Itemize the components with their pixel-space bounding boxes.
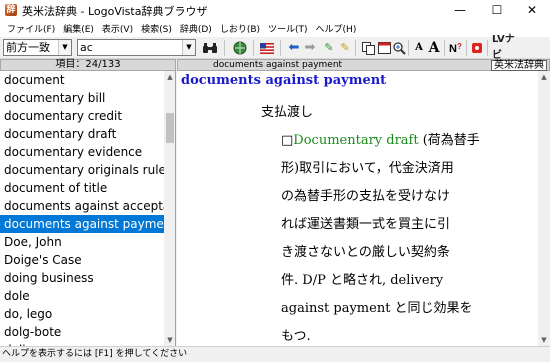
bullet-marker: □ xyxy=(281,133,294,148)
definition-line: れば運送書類一式を買主に引 xyxy=(281,213,450,232)
status-bar: ヘルプを表示するには [F1] を押してください xyxy=(0,346,550,362)
forward-arrow-icon[interactable]: ➡ xyxy=(302,40,318,56)
maximize-button[interactable]: ☐ xyxy=(481,0,513,20)
definition-text: れば運送書類一式を買主に引 xyxy=(281,217,451,232)
list-item[interactable]: document xyxy=(0,71,164,89)
definition-line: もつ. xyxy=(281,325,311,344)
definition-line: き渡さないとの厳しい契約条 xyxy=(281,241,450,260)
toolbar-separator xyxy=(253,40,254,56)
definition-line: against payment と同じ効果を xyxy=(281,297,473,316)
chevron-down-icon[interactable]: ▼ xyxy=(58,40,71,55)
definition-line: 形)取引において，代金決済用 xyxy=(281,157,454,176)
list-item[interactable]: doing business xyxy=(0,269,164,287)
definition-text: 形)取引において，代金決済用 xyxy=(281,161,454,176)
definition-text: (荷為替手 xyxy=(418,133,480,148)
list-item[interactable]: documentary evidence xyxy=(0,143,164,161)
list-scrollbar[interactable]: ▲ ▼ xyxy=(164,71,175,346)
list-item[interactable]: documentary draft xyxy=(0,125,164,143)
svg-text:N: N xyxy=(449,43,457,55)
entry-list[interactable]: document documentary bill documentary cred… xyxy=(0,71,176,346)
svg-text:?: ? xyxy=(457,42,462,51)
list-item[interactable]: documentary credit xyxy=(0,107,164,125)
title-bar[interactable]: 辞 英米法辞典 - LogoVista辞典ブラウザ — ☐ ✕ xyxy=(0,0,550,20)
globe-icon[interactable] xyxy=(232,40,248,56)
definition-text: の為替手形の支払を受けなけ xyxy=(281,189,451,204)
list-item[interactable]: Doige's Case xyxy=(0,251,164,269)
list-item[interactable]: Doe, John xyxy=(0,233,164,251)
toolbar-separator xyxy=(280,40,281,56)
dictionary-name-badge: 英米法辞典 xyxy=(491,60,547,71)
menu-edit[interactable]: 編集(E) xyxy=(59,19,98,37)
font-larger-icon[interactable]: A xyxy=(426,40,442,56)
list-item-selected[interactable]: documents against payment xyxy=(0,215,164,233)
entry-content: documents against payment 支払渡し □Document… xyxy=(177,71,550,346)
list-item[interactable]: document of title xyxy=(0,179,164,197)
flag-icon[interactable] xyxy=(259,40,275,56)
window-icon[interactable] xyxy=(376,40,392,56)
toolbar-separator xyxy=(355,40,356,56)
headword: documents against payment xyxy=(181,73,387,88)
menu-dictionary[interactable]: 辞典(D) xyxy=(176,19,216,37)
definition-text: 件. D/P と略され, delivery xyxy=(281,273,444,288)
chevron-down-icon[interactable]: ▼ xyxy=(182,40,195,55)
marker-green-icon[interactable]: ✎ xyxy=(321,40,337,56)
definition-line: の為替手形の支払を受けなけ xyxy=(281,185,450,204)
definition-text: against payment と同じ効果を xyxy=(281,301,473,316)
lv-navi-icon[interactable]: LVナビ xyxy=(492,34,524,61)
search-mode-select[interactable]: 前方一致 ▼ xyxy=(3,39,72,56)
list-count-header: 項目：24/133 xyxy=(0,59,176,71)
menu-search[interactable]: 検索(S) xyxy=(137,19,176,37)
help-icon[interactable]: N? xyxy=(448,40,464,56)
scroll-up-icon[interactable]: ▲ xyxy=(164,71,175,83)
translation-label: 支払渡し xyxy=(261,105,314,120)
cross-reference-link[interactable]: Documentary draft xyxy=(293,133,418,148)
minimize-button[interactable]: — xyxy=(444,0,476,20)
menu-bookmarks[interactable]: しおり(B) xyxy=(216,19,264,37)
entry-header-word: documents against payment xyxy=(213,60,343,70)
search-input[interactable]: ac ▼ xyxy=(77,39,196,56)
copy-icon[interactable] xyxy=(360,40,376,56)
list-item[interactable]: documentary bill xyxy=(0,89,164,107)
menu-bar: ファイル(F) 編集(E) 表示(V) 検索(S) 辞典(D) しおり(B) ツ… xyxy=(0,19,550,37)
search-mode-value: 前方一致 xyxy=(6,41,50,54)
font-smaller-icon[interactable]: A xyxy=(411,40,427,56)
definition-line: 件. D/P と略され, delivery xyxy=(281,269,443,288)
entry-header: documents against payment 英米法辞典 xyxy=(177,59,550,71)
menu-help[interactable]: ヘルプ(H) xyxy=(312,19,361,37)
scroll-down-icon[interactable]: ▼ xyxy=(164,334,175,346)
scroll-up-icon[interactable]: ▲ xyxy=(538,71,550,83)
menu-view[interactable]: 表示(V) xyxy=(98,19,137,37)
definition-line: □Documentary draft (荷為替手 xyxy=(281,129,480,148)
stop-icon[interactable] xyxy=(469,40,485,56)
definition-text: き渡さないとの厳しい契約条 xyxy=(281,245,450,260)
list-item[interactable]: do, lego xyxy=(0,305,164,323)
toolbar-separator xyxy=(408,40,409,56)
toolbar-separator xyxy=(466,40,467,56)
close-button[interactable]: ✕ xyxy=(516,0,548,20)
menu-file[interactable]: ファイル(F) xyxy=(3,19,59,37)
list-item[interactable]: dole xyxy=(0,287,164,305)
toolbar-separator xyxy=(224,40,225,56)
list-item[interactable]: dolg-bote xyxy=(0,323,164,341)
scroll-down-icon[interactable]: ▼ xyxy=(538,334,550,346)
list-item[interactable]: documentary originals rule xyxy=(0,161,164,179)
list-scroll-thumb[interactable] xyxy=(166,113,174,143)
zoom-icon[interactable] xyxy=(391,40,407,56)
toolbar-separator xyxy=(444,40,445,56)
marker-yellow-icon[interactable]: ✎ xyxy=(337,40,353,56)
app-icon: 辞 xyxy=(5,4,17,16)
list-item[interactable]: documents against acceptance xyxy=(0,197,164,215)
window-title: 英米法辞典 - LogoVista辞典ブラウザ xyxy=(22,5,208,18)
toolbar-separator xyxy=(487,40,488,56)
search-input-value: ac xyxy=(80,41,93,54)
toolbar: 前方一致 ▼ ac ▼ ⬅ ➡ ✎ ✎ A A N? LVナビ xyxy=(0,34,550,61)
back-arrow-icon[interactable]: ⬅ xyxy=(286,40,302,56)
content-scrollbar[interactable]: ▲ ▼ xyxy=(538,71,550,346)
menu-tools[interactable]: ツール(T) xyxy=(264,19,312,37)
binoculars-icon[interactable] xyxy=(202,40,218,56)
definition-text: もつ. xyxy=(281,329,311,344)
